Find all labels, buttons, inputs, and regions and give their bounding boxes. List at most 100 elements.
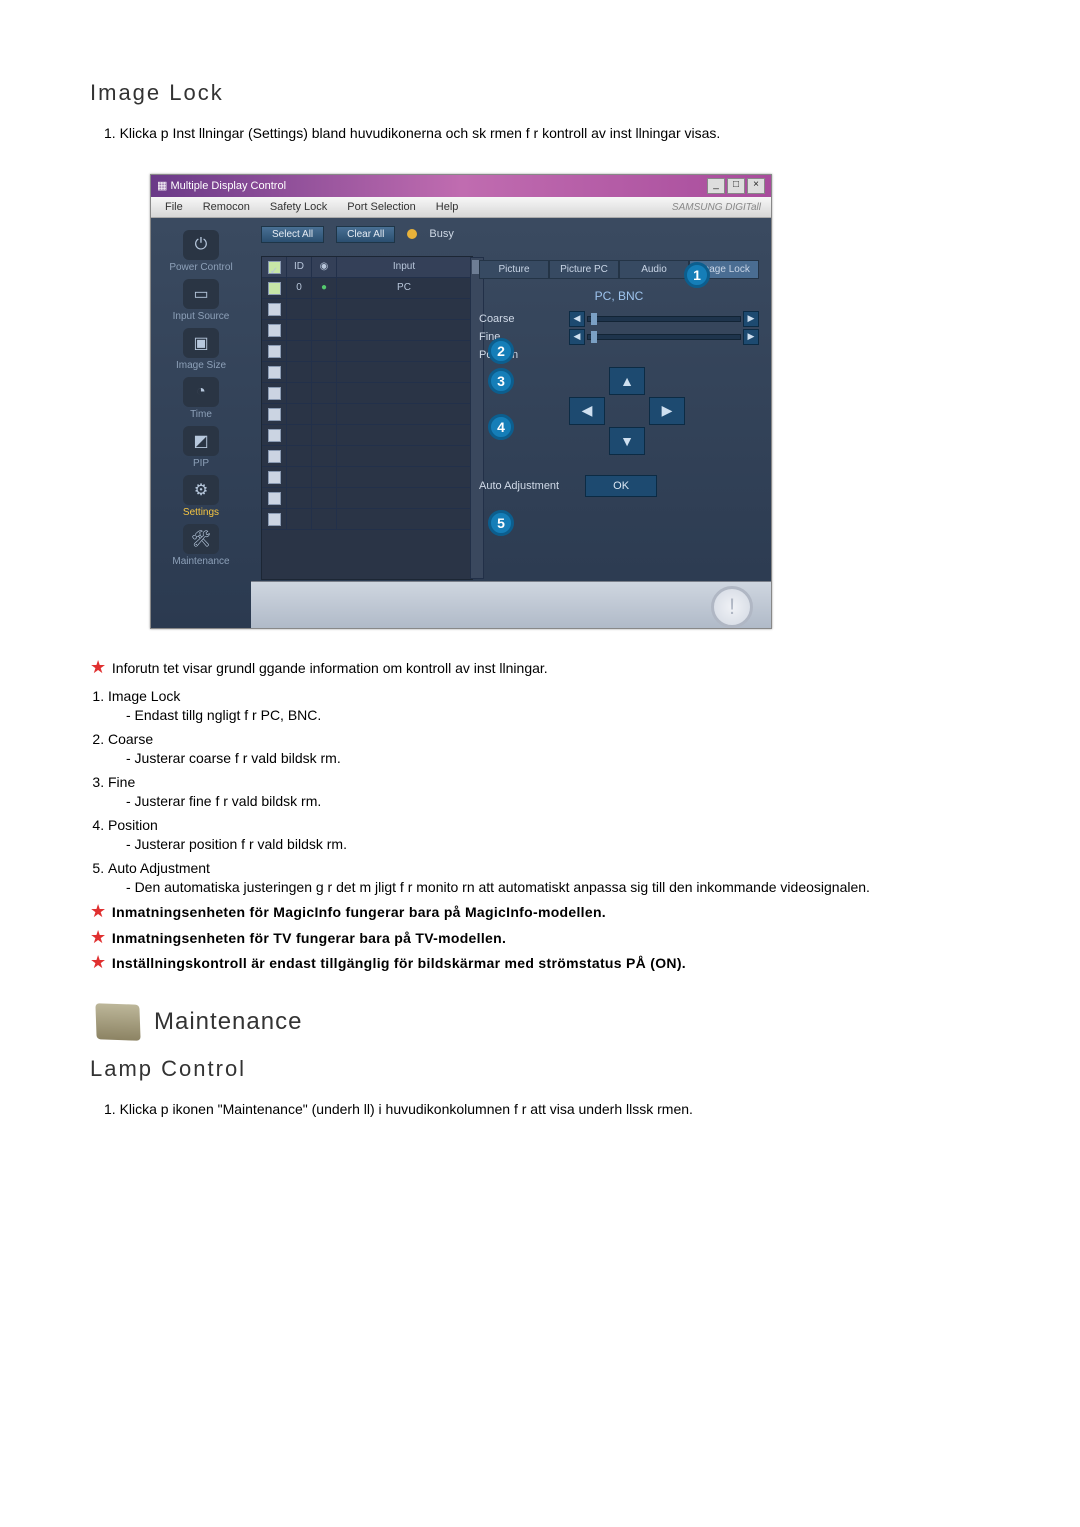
menu-safety[interactable]: Safety Lock [260, 199, 337, 215]
sidebar-item-power[interactable]: ⏻ Power Control [169, 230, 232, 273]
minimize-button[interactable]: _ [707, 178, 725, 194]
sidebar-label-pip: PIP [193, 458, 209, 469]
wrench-icon: 🛠 [183, 524, 219, 554]
busy-icon [407, 229, 417, 239]
lamp-control-title: Lamp Control [90, 1056, 990, 1082]
star-icon: ★ [90, 660, 108, 674]
tab-picture[interactable]: Picture [479, 260, 549, 279]
col-input: Input [337, 257, 472, 277]
select-all-button[interactable]: Select All [261, 226, 324, 243]
sidebar-item-image[interactable]: ▣ Image Size [176, 328, 226, 371]
table-row[interactable] [262, 488, 472, 509]
menu-file[interactable]: File [155, 199, 193, 215]
pos-right-button[interactable]: ▶ [649, 397, 685, 425]
table-row[interactable] [262, 404, 472, 425]
table-row[interactable] [262, 425, 472, 446]
note-warn-3: ★ Inställningskontroll är endast tillgän… [90, 954, 990, 974]
list-item: Coarse - Justerar coarse f r vald bildsk… [108, 731, 990, 766]
auto-adjust-label: Auto Adjustment [479, 480, 559, 492]
sidebar-item-settings[interactable]: ⚙ Settings [183, 475, 219, 518]
callout-5: 5 [488, 510, 514, 536]
step-1: 1. Klicka p Inst llningar (Settings) bla… [104, 124, 990, 144]
sidebar-item-time[interactable]: ◔ Time [183, 377, 219, 420]
table-row[interactable] [262, 341, 472, 362]
table-row[interactable] [262, 446, 472, 467]
note-warn-2: ★ Inmatningsenheten för TV fungerar bara… [90, 929, 990, 949]
callout-1: 1 [684, 262, 710, 288]
coarse-slider[interactable]: ◀ ▶ [569, 314, 759, 324]
row-input: PC [337, 278, 472, 298]
clear-all-button[interactable]: Clear All [336, 226, 395, 243]
sidebar-item-maintenance[interactable]: 🛠 Maintenance [172, 524, 229, 567]
col-id: ID [287, 257, 312, 277]
menubar: File Remocon Safety Lock Port Selection … [151, 197, 771, 218]
col-status: ◉ [312, 257, 337, 277]
table-row[interactable] [262, 383, 472, 404]
app-icon: ▦ [157, 179, 167, 192]
maximize-button[interactable]: □ [727, 178, 745, 194]
table-row[interactable] [262, 467, 472, 488]
box-icon [95, 1003, 140, 1041]
numbered-list: Image Lock - Endast tillg ngligt f r PC,… [90, 688, 990, 895]
coarse-inc-icon[interactable]: ▶ [743, 311, 759, 327]
position-pad: ▲ ◀ ▶ ▼ [569, 367, 759, 457]
star-icon: ★ [90, 930, 108, 944]
table-header: ✓ ID ◉ Input [262, 257, 472, 278]
fine-slider[interactable]: ◀ ▶ [569, 332, 759, 342]
ok-button[interactable]: OK [585, 475, 657, 497]
coarse-dec-icon[interactable]: ◀ [569, 311, 585, 327]
table-row[interactable] [262, 509, 472, 530]
power-icon: ⏻ [183, 230, 219, 260]
brand-label: SAMSUNG DIGITall [672, 199, 767, 215]
pos-up-button[interactable]: ▲ [609, 367, 645, 395]
panel-mode-label: PC, BNC [479, 289, 759, 303]
busy-label: Busy [429, 228, 453, 240]
star-icon: ★ [90, 904, 108, 918]
list-item: Image Lock - Endast tillg ngligt f r PC,… [108, 688, 990, 723]
section-title: Image Lock [90, 80, 990, 106]
menu-port[interactable]: Port Selection [337, 199, 425, 215]
tab-picture-pc[interactable]: Picture PC [549, 260, 619, 279]
sidebar-label-image: Image Size [176, 360, 226, 371]
sidebar-label-time: Time [190, 409, 212, 420]
display-table: ✓ ID ◉ Input 0 ● PC [261, 256, 473, 580]
row-status-icon: ● [312, 278, 337, 298]
menu-remocon[interactable]: Remocon [193, 199, 260, 215]
row-check[interactable] [268, 282, 281, 295]
status-bar: ! [251, 581, 771, 628]
sidebar-label-settings: Settings [183, 507, 219, 518]
sidebar: ⏻ Power Control ▭ Input Source ▣ Image S… [151, 218, 251, 628]
tab-audio[interactable]: Audio [619, 260, 689, 279]
fine-inc-icon[interactable]: ▶ [743, 329, 759, 345]
menu-help[interactable]: Help [426, 199, 469, 215]
sidebar-label-power: Power Control [169, 262, 232, 273]
col-check[interactable]: ✓ [262, 257, 287, 277]
table-row[interactable] [262, 362, 472, 383]
sidebar-item-pip[interactable]: ◩ PIP [183, 426, 219, 469]
image-size-icon: ▣ [183, 328, 219, 358]
pos-left-button[interactable]: ◀ [569, 397, 605, 425]
table-row[interactable]: 0 ● PC [262, 278, 472, 299]
sidebar-label-maint: Maintenance [172, 556, 229, 567]
fine-dec-icon[interactable]: ◀ [569, 329, 585, 345]
note-warn-1: ★ Inmatningsenheten för MagicInfo funger… [90, 903, 990, 923]
warning-icon: ! [711, 586, 753, 628]
callout-3: 3 [488, 368, 514, 394]
titlebar: ▦ Multiple Display Control _ □ × [151, 175, 771, 197]
pos-down-button[interactable]: ▼ [609, 427, 645, 455]
table-row[interactable] [262, 320, 472, 341]
close-button[interactable]: × [747, 178, 765, 194]
star-icon: ★ [90, 955, 108, 969]
coarse-label: Coarse [479, 313, 561, 325]
app-title-text: Multiple Display Control [170, 180, 286, 192]
screenshot: ▦ Multiple Display Control _ □ × File Re… [150, 174, 770, 629]
sidebar-item-input[interactable]: ▭ Input Source [173, 279, 230, 322]
gear-icon: ⚙ [183, 475, 219, 505]
toolbar: Select All Clear All Busy [251, 218, 771, 247]
maint-step-1: 1. Klicka p ikonen "Maintenance" (underh… [104, 1100, 990, 1120]
table-row[interactable] [262, 299, 472, 320]
callout-4: 4 [488, 414, 514, 440]
list-item: Position - Justerar position f r vald bi… [108, 817, 990, 852]
row-id: 0 [287, 278, 312, 298]
time-icon: ◔ [183, 377, 219, 407]
